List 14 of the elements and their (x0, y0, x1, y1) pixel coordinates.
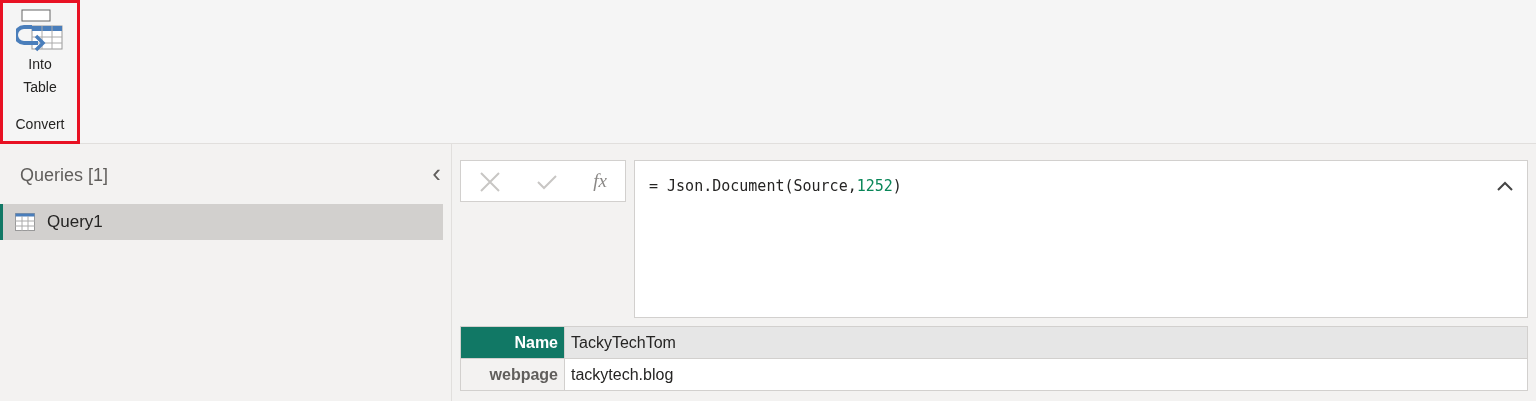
field-name-cell[interactable]: Name (460, 326, 565, 359)
collapse-button[interactable]: ‹ (426, 160, 447, 186)
field-name-cell[interactable]: webpage (460, 358, 565, 391)
formula-field[interactable]: = Json.Document(Source,1252) (634, 160, 1528, 318)
table-icon (15, 213, 35, 231)
value-cell: tackytech.blog (564, 358, 1528, 391)
group-label: Convert (15, 115, 65, 134)
convert-to-table-icon (16, 9, 64, 53)
into-table-button[interactable]: Into Table (16, 3, 64, 99)
value-cell: TackyTechTom (564, 326, 1528, 359)
pane-title: Queries [1] (19, 164, 109, 187)
chevron-up-icon[interactable] (1497, 181, 1513, 191)
fx-label[interactable]: fx (593, 166, 607, 196)
query-item[interactable]: Query1 (0, 204, 443, 240)
